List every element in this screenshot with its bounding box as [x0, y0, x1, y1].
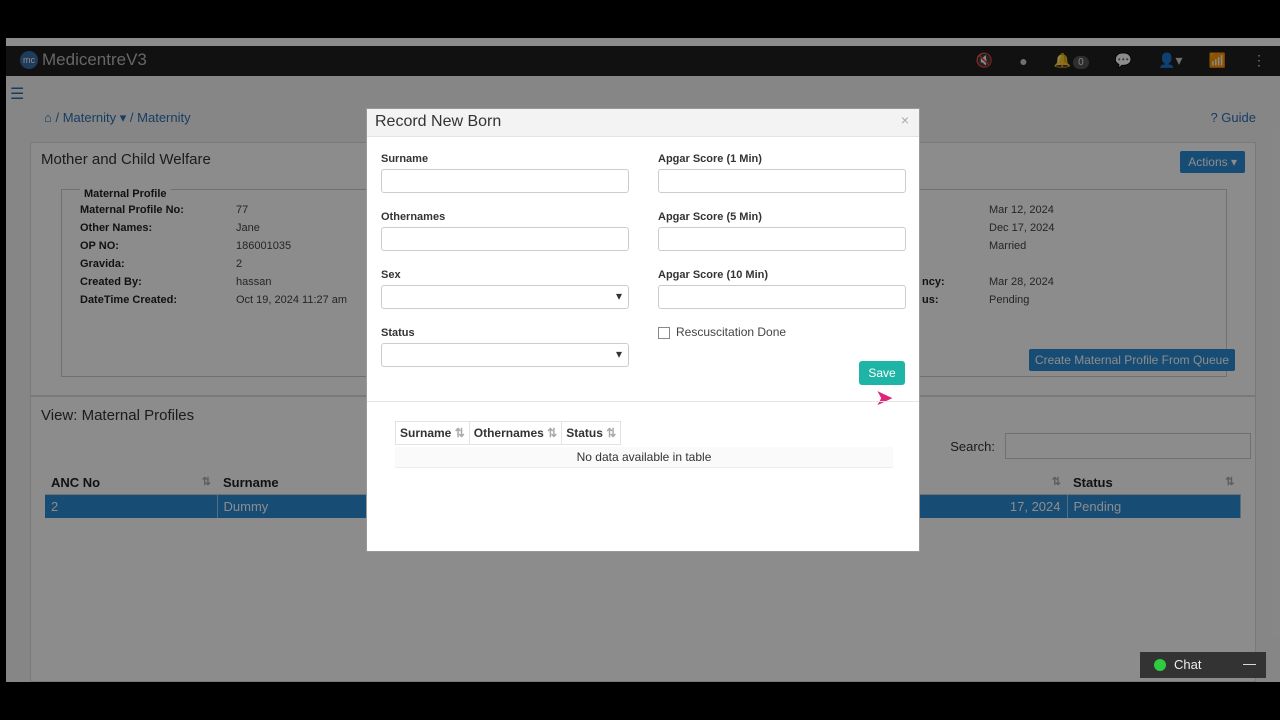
sex-select[interactable] [381, 285, 629, 309]
newborn-table: Surname ⇅ Othernames ⇅ Status ⇅ [395, 421, 622, 445]
column-label: Surname [400, 426, 452, 440]
column-label: Status [566, 426, 603, 440]
othernames-input[interactable] [381, 227, 629, 251]
status-select[interactable] [381, 343, 629, 367]
apgar10-label: Apgar Score (10 Min) [658, 269, 769, 281]
chat-widget[interactable]: Chat — [1140, 652, 1266, 678]
online-status-icon [1154, 659, 1166, 671]
mouse-cursor-icon: ➤ [875, 385, 894, 410]
minimize-icon[interactable]: — [1243, 656, 1256, 671]
sex-label: Sex [381, 269, 401, 281]
resuscitation-label: Rescuscitation Done [676, 325, 787, 339]
status-label: Status [381, 327, 415, 339]
sort-icon: ⇅ [606, 426, 617, 440]
record-new-born-modal: Record New Born × Surname Othernames Sex… [366, 108, 920, 552]
column-label: Othernames [473, 426, 544, 440]
column-header[interactable]: Status ⇅ [561, 421, 622, 445]
modal-title: Record New Born [375, 113, 502, 130]
surname-input[interactable] [381, 169, 629, 193]
modal-divider [367, 401, 919, 402]
close-icon[interactable]: × [901, 112, 909, 128]
app-frame: mc MedicentreV3 🔇 ● 🔔 0 💬 👤▾ 📶 ⋮ ☰ ⌂ / Ma… [6, 38, 1280, 682]
apgar10-input[interactable] [658, 285, 906, 309]
surname-label: Surname [381, 153, 429, 165]
apgar5-input[interactable] [658, 227, 906, 251]
othernames-label: Othernames [381, 211, 446, 223]
save-button[interactable]: Save [859, 361, 905, 385]
resuscitation-checkbox[interactable] [658, 327, 670, 339]
apgar5-label: Apgar Score (5 Min) [658, 211, 762, 223]
chat-label: Chat [1174, 657, 1202, 672]
sort-icon: ⇅ [547, 426, 558, 440]
column-header[interactable]: Othernames ⇅ [468, 421, 563, 445]
no-data-message: No data available in table [395, 447, 893, 468]
modal-header: Record New Born × [367, 109, 919, 137]
apgar1-label: Apgar Score (1 Min) [658, 153, 762, 165]
column-header[interactable]: Surname ⇅ [395, 421, 470, 445]
apgar1-input[interactable] [658, 169, 906, 193]
sort-icon: ⇅ [454, 426, 465, 440]
